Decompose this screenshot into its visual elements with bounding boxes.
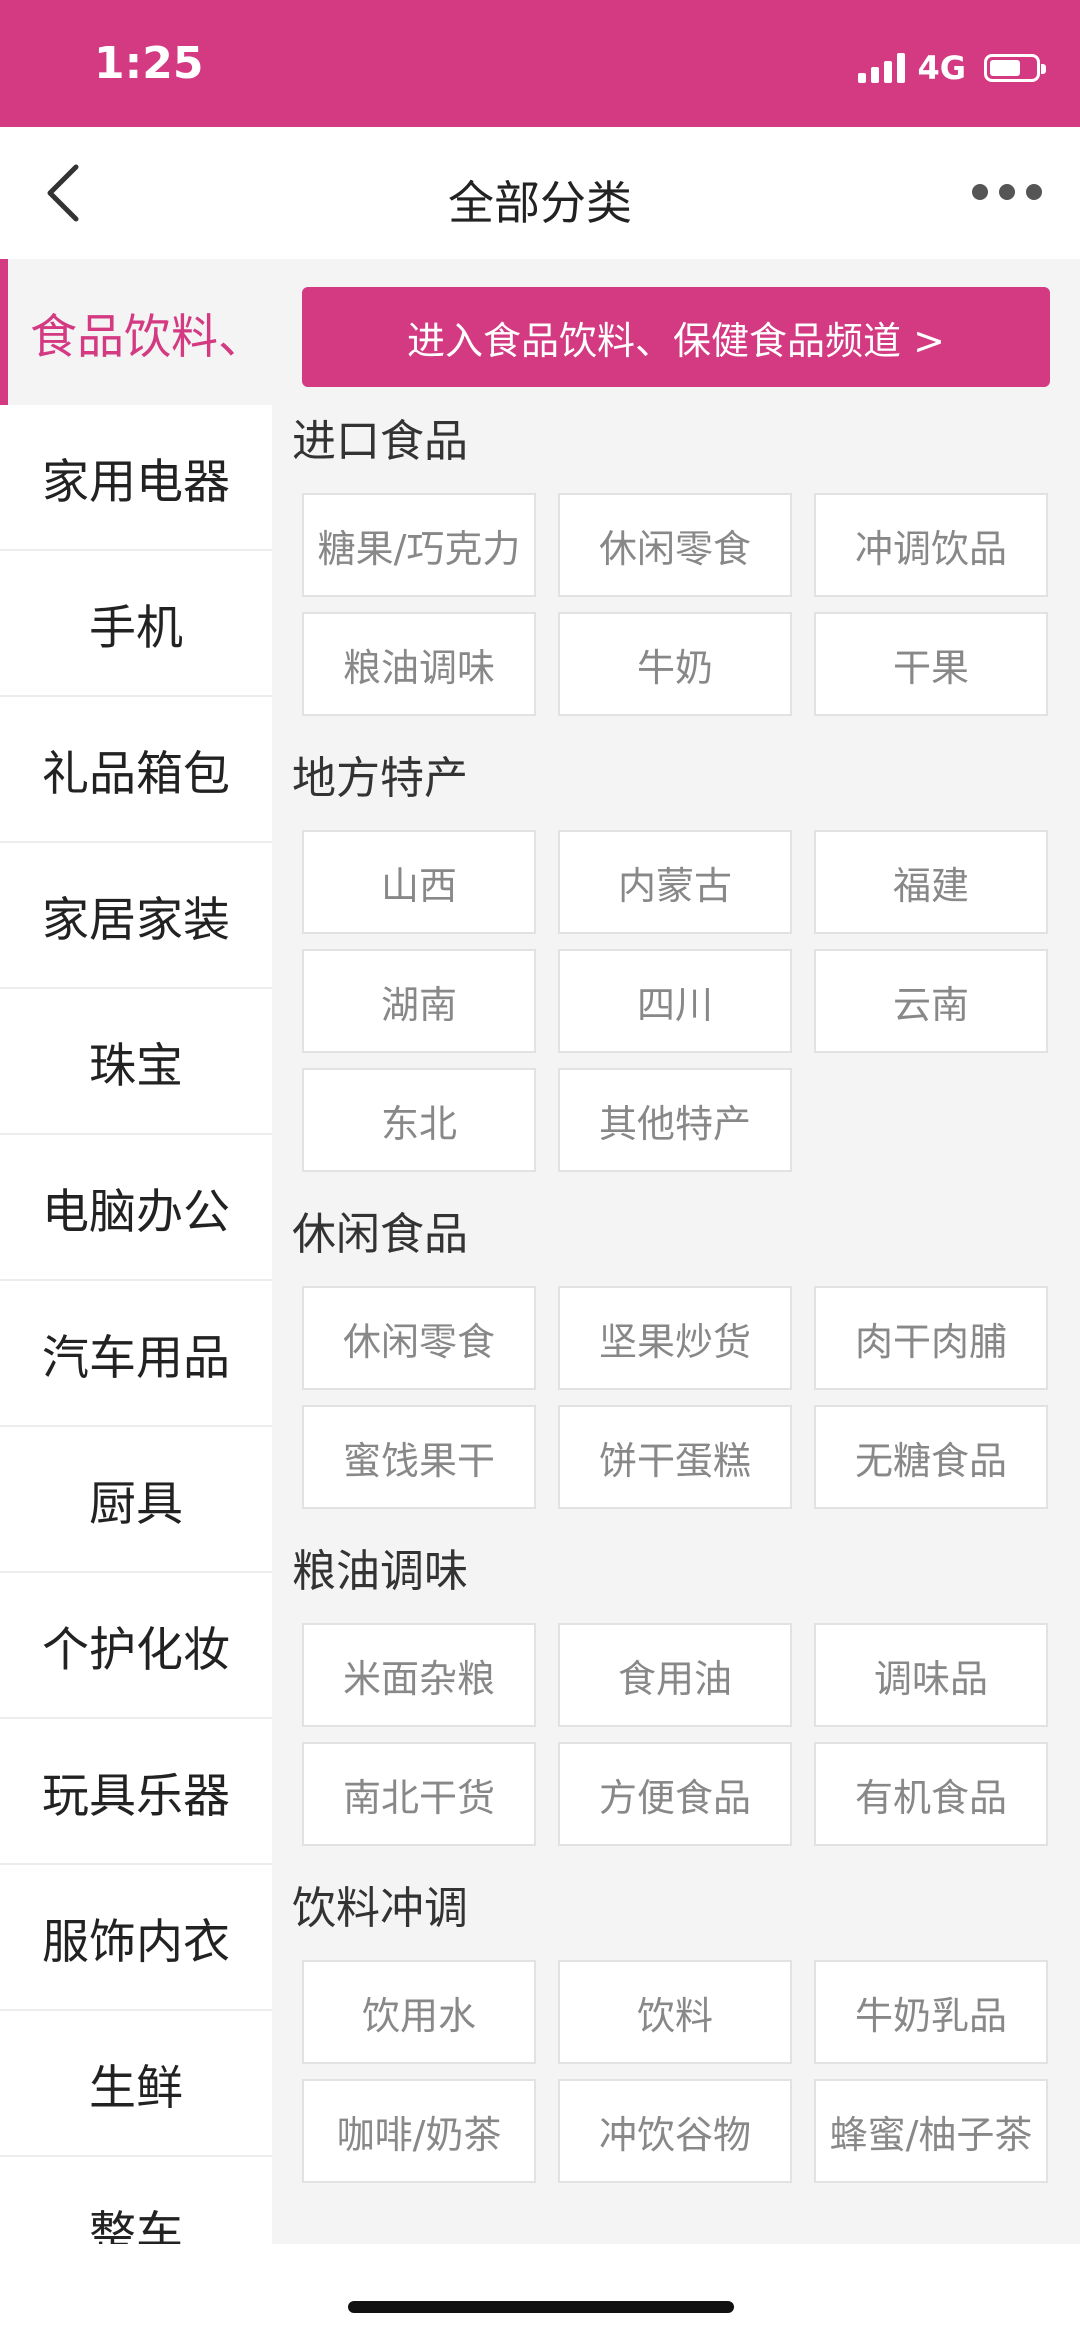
section-title: 粮油调味 [292,1546,468,1597]
sidebar-item[interactable]: 玩具乐器 [0,1719,272,1865]
sidebar-item[interactable]: 家用电器 [0,405,272,551]
subcategory-item[interactable]: 肉干肉脯 [814,1286,1048,1390]
sidebar-item[interactable]: 珠宝 [0,989,272,1135]
signal-icon [858,53,906,83]
more-icon[interactable] [972,172,1042,212]
subcategory-item[interactable]: 饮用水 [302,1960,536,2064]
subcategory-item[interactable]: 内蒙古 [558,830,792,934]
battery-icon [984,54,1046,82]
subcategory-item[interactable]: 干果 [814,612,1048,716]
subcategory-item[interactable]: 粮油调味 [302,612,536,716]
subcategory-item[interactable]: 冲调饮品 [814,493,1048,597]
subcategory-grid: 饮用水 饮料 牛奶乳品咖啡/奶茶 冲饮谷物 蜂蜜/柚子茶 [292,1960,1070,2183]
subcategory-item[interactable]: 山西 [302,830,536,934]
subcategory-item[interactable]: 饼干蛋糕 [558,1405,792,1509]
section-title: 地方特产 [292,753,468,804]
subcategory-item[interactable]: 四川 [558,949,792,1053]
category-sidebar: 食品饮料、 家用电器 手机 礼品箱包 家居家装 珠宝 电脑办公 汽车用品 厨具 个护化妆 玩具乐器服… [0,259,272,2244]
page-title: 全部分类 [448,176,632,230]
category-content: 进入食品饮料、保健食品频道 > 进口食品 糖果/巧克力 休闲零食 冲调饮品 粮油调味 牛奶… [272,259,1080,2244]
subcategory-item[interactable]: 南北干货 [302,1742,536,1846]
subcategory-item[interactable]: 糖果/巧克力 [302,493,536,597]
section-title: 饮料冲调 [292,1883,468,1934]
subcategory-item[interactable]: 方便食品 [558,1742,792,1846]
subcategory-item[interactable]: 蜜饯果干 [302,1405,536,1509]
subcategory-grid: 山西 内蒙古 福建湖南 四川 云南东北 其他特产 [292,830,1070,1172]
status-indicators: 4G [858,48,1046,88]
subcategory-item[interactable]: 食用油 [558,1623,792,1727]
subcategory-grid: 米面杂粮 食用油 调味品南北干货 方便食品 有机食品 [292,1623,1070,1846]
subcategory-item[interactable]: 福建 [814,830,1048,934]
status-bar: 1:25 4G [0,0,1080,127]
sidebar-item[interactable]: 礼品箱包 [0,697,272,843]
subcategory-item[interactable]: 有机食品 [814,1742,1048,1846]
sidebar-item[interactable]: 汽车用品 [0,1281,272,1427]
sidebar-item[interactable]: 服饰内衣 [0,1865,272,2011]
subcategory-grid: 休闲零食 坚果炒货 肉干肉脯蜜饯果干 饼干蛋糕 无糖食品 [292,1286,1070,1509]
bottom-area [0,2244,1080,2339]
sidebar-item[interactable]: 食品饮料、 [0,259,272,405]
subcategory-sections: 进口食品 糖果/巧克力 休闲零食 冲调饮品 粮油调味 牛奶 干果 地方特产 山西 内蒙古 福建 湖南四… [292,407,1070,2211]
sidebar-item[interactable]: 生鲜 [0,2011,272,2157]
status-time: 1:25 [94,38,204,89]
subcategory-item[interactable]: 牛奶 [558,612,792,716]
sidebar-item[interactable]: 电脑办公 [0,1135,272,1281]
sidebar-item[interactable]: 整车 [0,2157,272,2244]
subcategory-item[interactable]: 休闲零食 [558,493,792,597]
network-type: 4G [917,49,966,87]
subcategory-item[interactable]: 咖啡/奶茶 [302,2079,536,2183]
subcategory-item[interactable]: 坚果炒货 [558,1286,792,1390]
subcategory-grid: 糖果/巧克力 休闲零食 冲调饮品粮油调味 牛奶 干果 [292,493,1070,716]
subcategory-item[interactable]: 调味品 [814,1623,1048,1727]
subcategory-item[interactable]: 云南 [814,949,1048,1053]
sidebar-item[interactable]: 个护化妆 [0,1573,272,1719]
section-title: 休闲食品 [292,1209,468,1260]
section-title: 进口食品 [292,416,468,467]
subcategory-item[interactable]: 冲饮谷物 [558,2079,792,2183]
subcategory-item[interactable]: 米面杂粮 [302,1623,536,1727]
home-indicator[interactable] [348,2301,734,2313]
sidebar-item[interactable]: 手机 [0,551,272,697]
sidebar-item[interactable]: 家居家装 [0,843,272,989]
sidebar-item[interactable]: 厨具 [0,1427,272,1573]
subcategory-item[interactable]: 牛奶乳品 [814,1960,1048,2064]
subcategory-item[interactable]: 蜂蜜/柚子茶 [814,2079,1048,2183]
subcategory-item[interactable]: 饮料 [558,1960,792,2064]
subcategory-item[interactable]: 东北 [302,1068,536,1172]
subcategory-item[interactable]: 休闲零食 [302,1286,536,1390]
subcategory-item[interactable]: 湖南 [302,949,536,1053]
subcategory-item[interactable]: 其他特产 [558,1068,792,1172]
channel-banner-button[interactable]: 进入食品饮料、保健食品频道 > [302,287,1050,387]
nav-bar: 全部分类 [0,127,1080,259]
subcategory-item[interactable]: 无糖食品 [814,1405,1048,1509]
